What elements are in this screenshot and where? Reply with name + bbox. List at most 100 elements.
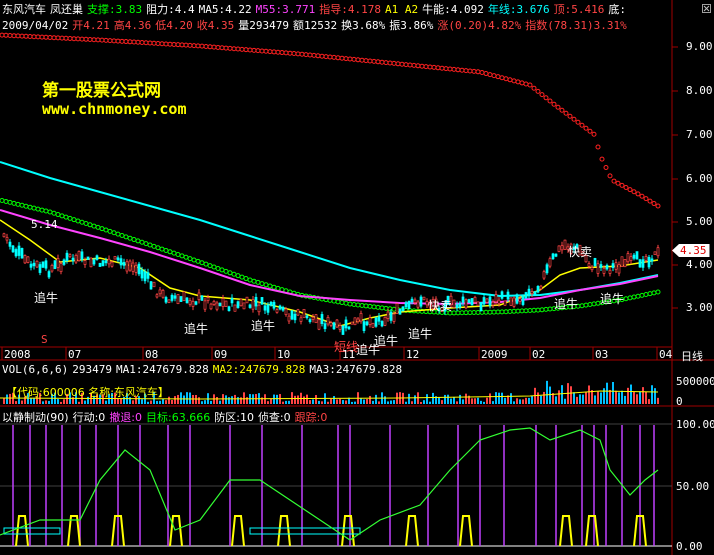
candle-body — [20, 248, 24, 259]
trend-dot — [459, 67, 465, 73]
ma-dot — [451, 310, 457, 316]
trend-dot — [615, 180, 621, 186]
ind-hump — [169, 515, 183, 547]
candle-body — [473, 296, 477, 303]
trend-dot — [579, 122, 585, 128]
candle-body — [542, 271, 546, 279]
trend-dot — [567, 113, 573, 119]
trend-dot — [407, 62, 413, 68]
candle-body — [308, 319, 312, 323]
signal-label: 快卖 — [568, 245, 593, 259]
signal-label: 快卖 — [428, 299, 453, 313]
ma-dot — [103, 227, 109, 233]
signal-label: 追牛 — [408, 327, 433, 341]
candle-body — [479, 301, 483, 312]
trend-dot — [383, 60, 389, 66]
candle-body — [215, 302, 219, 310]
left-price-label: 5.14 — [31, 218, 58, 231]
trend-dot — [187, 42, 193, 48]
trend-dot — [319, 53, 325, 59]
trend-dot — [495, 74, 501, 80]
candle-body — [170, 294, 174, 301]
candle-body — [311, 316, 315, 320]
candle-body — [353, 317, 357, 326]
header-field-7: A1 A2 — [384, 3, 419, 16]
trend-dot — [307, 52, 313, 58]
ma-dot — [535, 307, 541, 313]
trend-dot — [119, 38, 125, 44]
candle-body — [377, 316, 381, 322]
ma-dot — [523, 308, 529, 314]
trend-dot — [439, 65, 445, 71]
ma-dot — [495, 309, 501, 315]
ma-dot — [455, 310, 461, 316]
ind-field-5: 侦查:0 — [257, 411, 291, 424]
ma-dot — [155, 245, 161, 251]
candle-body — [332, 322, 336, 330]
trend-dot — [435, 65, 441, 71]
trend-dot — [179, 42, 185, 48]
candle-body — [53, 260, 57, 269]
vol-title: VOL(6,6,6) — [2, 363, 69, 376]
candle-body — [11, 245, 15, 253]
trend-dot — [59, 35, 65, 41]
period-label[interactable]: 日线 — [681, 348, 703, 364]
ind-hump — [277, 515, 291, 547]
candle-body — [365, 321, 369, 326]
candle-body — [221, 298, 225, 307]
trend-dot — [15, 33, 21, 39]
ma-dot — [371, 304, 377, 310]
candle-body — [518, 298, 522, 302]
candle-body — [467, 299, 471, 303]
candle-body — [596, 263, 600, 274]
header-field-11: 底: — [608, 3, 626, 16]
vol-axis-top: 500000 — [676, 375, 714, 388]
candle-body — [140, 269, 144, 279]
trend-dot — [231, 46, 237, 52]
trend-dot — [195, 43, 201, 49]
trend-dot — [343, 56, 349, 62]
quote-field-7: 换3.68% — [341, 19, 386, 32]
ma-dot — [511, 308, 517, 314]
candle-body — [341, 325, 345, 335]
candle-body — [563, 239, 567, 250]
candle-body — [179, 296, 183, 302]
signal-label: 追牛 — [34, 291, 59, 305]
trend-dot — [555, 104, 561, 110]
trend-dot — [131, 39, 137, 45]
candle-body — [245, 296, 249, 304]
trend-dot — [267, 49, 273, 55]
candle-body — [422, 296, 426, 301]
ind-field-3: 目标:63.666 — [146, 411, 211, 424]
date-tick: 10 — [277, 348, 291, 361]
candle-body — [230, 297, 234, 304]
candle-body — [71, 257, 75, 262]
trend-dot — [327, 54, 333, 60]
header-field-5: M55:3.771 — [255, 3, 316, 16]
candle-body — [185, 297, 189, 304]
trend-dot — [499, 75, 505, 81]
ind-hump — [559, 515, 573, 547]
ma-dot — [379, 305, 385, 311]
trend-dot — [511, 78, 517, 84]
ma-dot — [63, 214, 69, 220]
candle-body — [488, 296, 492, 306]
current-price-tag: 4.35 — [672, 244, 710, 257]
ma-dot — [651, 290, 657, 296]
candle-body — [299, 317, 303, 322]
trend-dot — [31, 34, 37, 40]
signal-label: 追牛 — [251, 319, 276, 333]
candle-body — [398, 308, 402, 315]
ma-dot — [503, 309, 509, 315]
trend-dot — [591, 131, 597, 137]
candle-body — [521, 295, 525, 305]
trend-dot — [135, 39, 141, 45]
candle-body — [401, 306, 405, 312]
candle-body — [302, 308, 306, 318]
ma-dot — [71, 217, 77, 223]
trend-dot — [403, 62, 409, 68]
price-tick: 7.00 — [686, 128, 713, 141]
candle-body — [620, 256, 624, 268]
candle-body — [362, 321, 366, 331]
close-icon[interactable] — [702, 4, 711, 13]
